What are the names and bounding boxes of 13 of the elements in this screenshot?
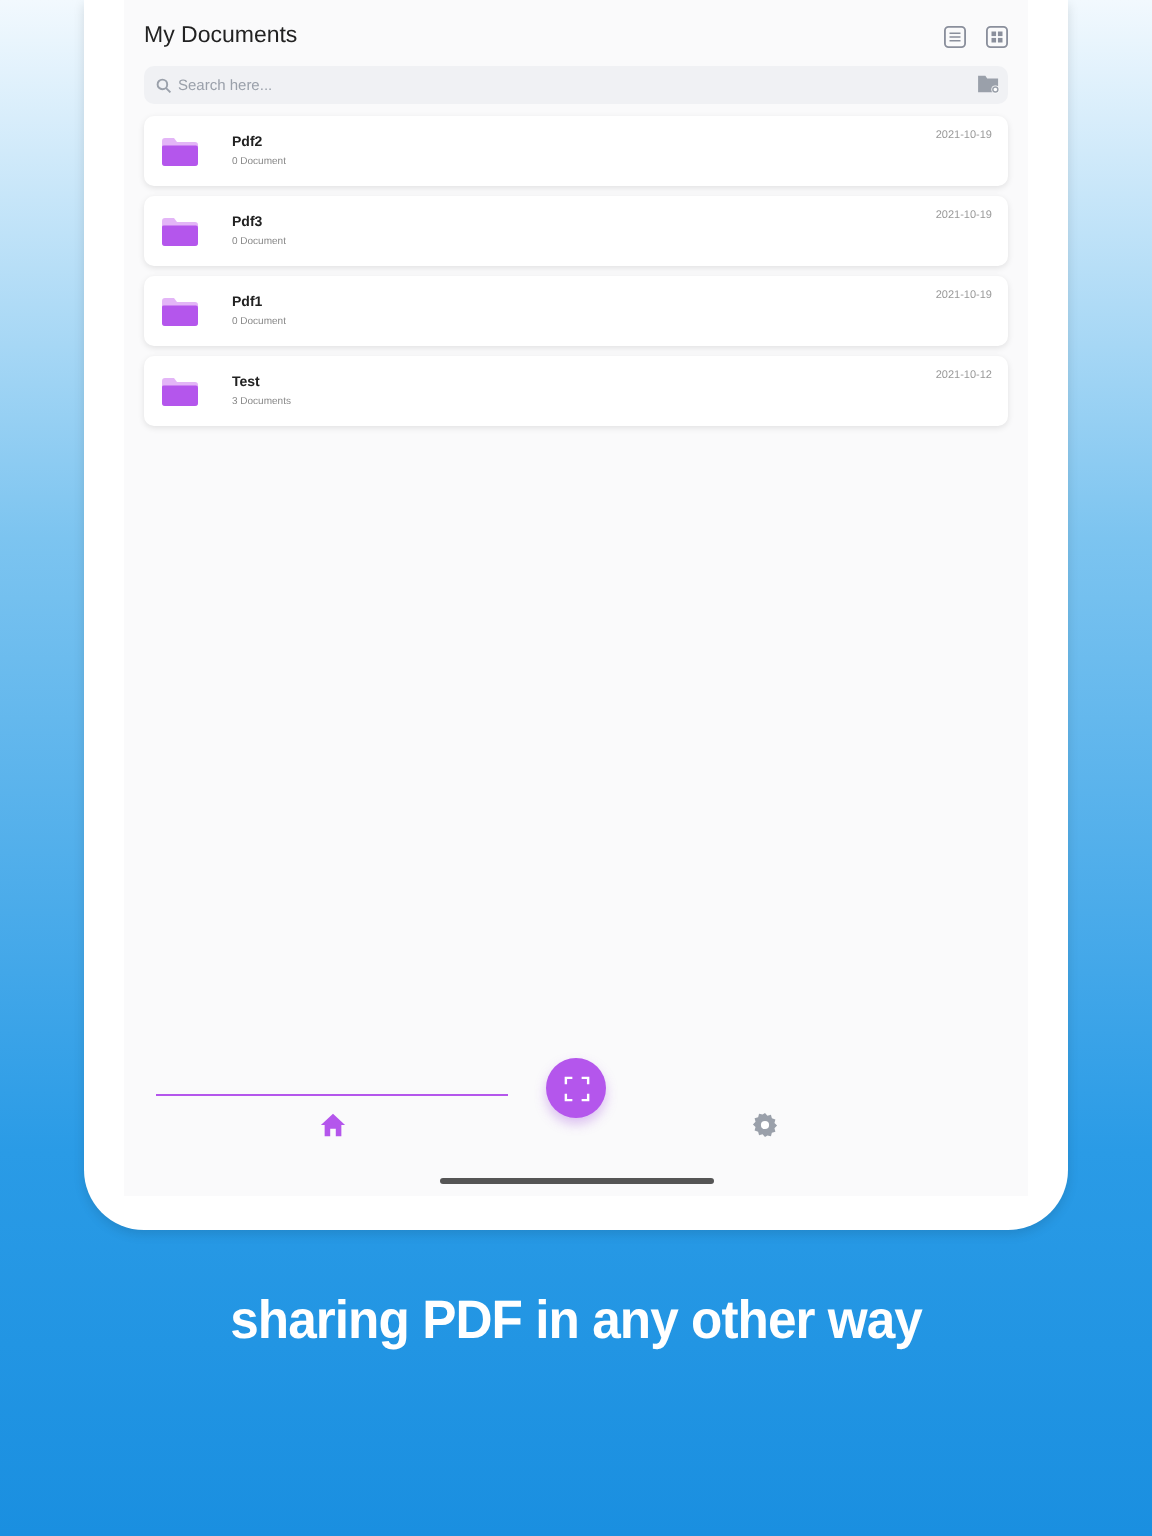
folder-icon xyxy=(162,217,198,245)
folder-icon xyxy=(162,297,198,325)
folder-icon xyxy=(162,377,198,405)
caption-text: sharing PDF in any other way xyxy=(230,1290,922,1352)
scan-button[interactable] xyxy=(546,1058,606,1118)
page-title: My Documents xyxy=(144,24,298,48)
home-icon[interactable] xyxy=(319,1112,345,1138)
grid-view-icon[interactable] xyxy=(986,25,1008,47)
folder-icon xyxy=(162,137,198,165)
list-view-icon[interactable] xyxy=(944,25,966,47)
settings-icon[interactable] xyxy=(751,1112,777,1138)
scan-icon xyxy=(563,1075,589,1101)
folder-settings-icon[interactable] xyxy=(978,74,1000,94)
